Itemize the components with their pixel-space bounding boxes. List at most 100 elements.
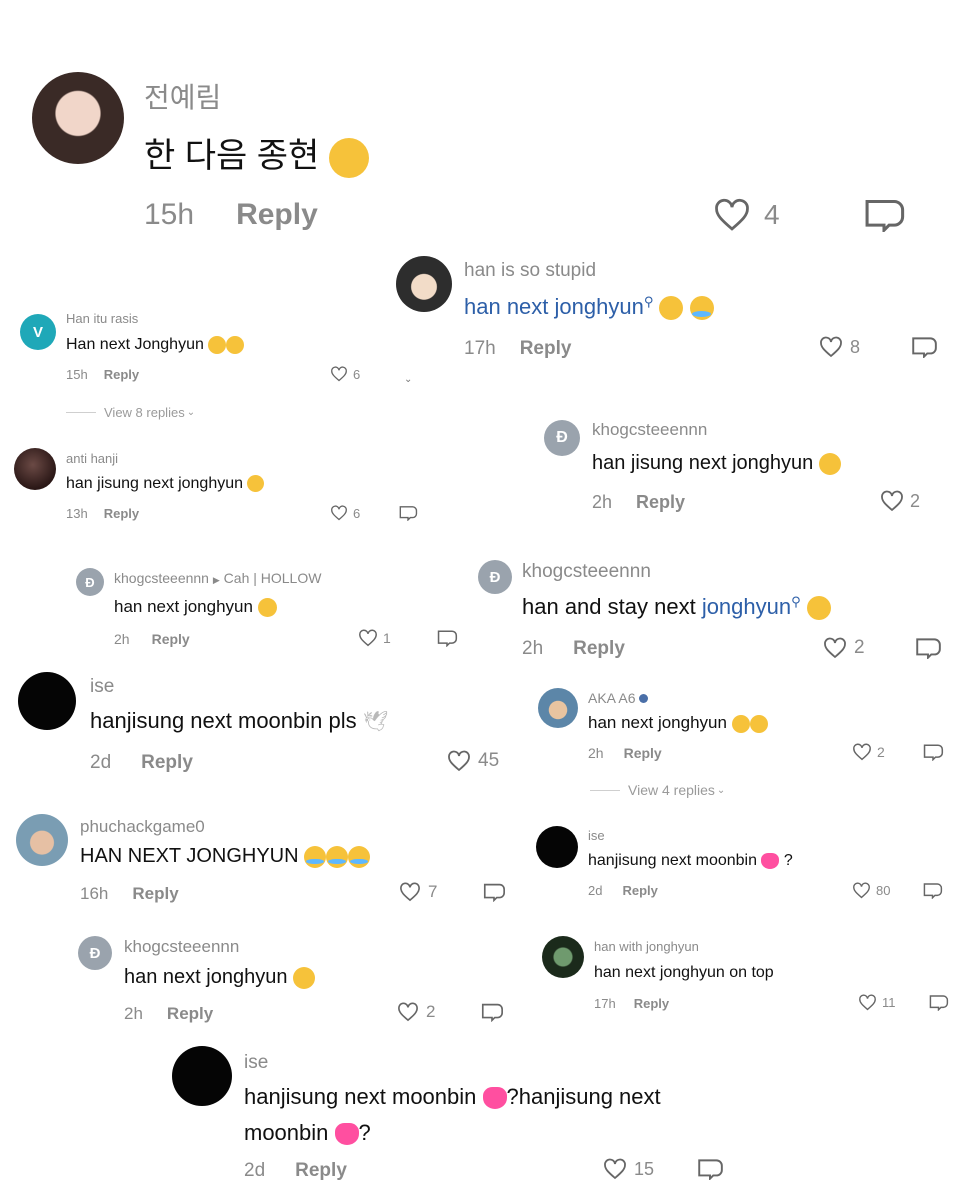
- dislike-icon[interactable]: [922, 743, 944, 761]
- comment-meta: 2d Reply: [588, 883, 658, 898]
- avatar[interactable]: Đ: [78, 936, 112, 970]
- smirk-emoji-icon: [226, 336, 245, 354]
- avatar[interactable]: [16, 814, 68, 866]
- comment-username[interactable]: ise: [244, 1052, 268, 1074]
- dislike-icon[interactable]: [922, 882, 943, 899]
- like-button[interactable]: 80: [852, 882, 890, 899]
- avatar[interactable]: [536, 826, 578, 868]
- comment-text-content: 한 다음 종현: [144, 137, 320, 175]
- comment-username[interactable]: 전예림: [144, 76, 221, 116]
- comment-username[interactable]: khogcsteeennn ▶ Cah | HOLLOW: [114, 570, 321, 586]
- view-replies-button[interactable]: View 4 replies ⌄: [590, 782, 725, 798]
- comment-meta: 2h Reply: [592, 492, 685, 513]
- avatar[interactable]: [538, 688, 578, 728]
- comment-username[interactable]: khogcsteeennn: [592, 420, 707, 440]
- reply-button[interactable]: Reply: [141, 752, 193, 774]
- heart-icon: [602, 1158, 628, 1180]
- like-button[interactable]: 2: [822, 637, 865, 659]
- reply-button[interactable]: Reply: [573, 638, 625, 660]
- username-label: AKA A6: [588, 690, 636, 706]
- reply-button[interactable]: Reply: [152, 631, 190, 647]
- view-replies-button[interactable]: View 8 replies ⌄: [66, 405, 195, 420]
- dislike-icon[interactable]: [482, 882, 506, 902]
- comment-username[interactable]: khogcsteeennn: [522, 561, 651, 583]
- comment-username[interactable]: han is so stupid: [464, 260, 596, 282]
- like-count: 7: [428, 882, 438, 901]
- like-count: 8: [850, 336, 861, 357]
- avatar[interactable]: [542, 936, 584, 978]
- heart-icon: [852, 882, 871, 899]
- like-button[interactable]: 2: [880, 490, 920, 512]
- comment-username[interactable]: ise: [588, 828, 605, 843]
- like-button[interactable]: 15: [602, 1158, 654, 1180]
- like-button[interactable]: 2: [396, 1002, 435, 1022]
- dislike-icon[interactable]: [928, 994, 949, 1011]
- dislike-icon[interactable]: [914, 637, 942, 659]
- dislike-icon[interactable]: [696, 1158, 724, 1180]
- reply-button[interactable]: Reply: [104, 367, 139, 382]
- chevron-down-icon: ⌄: [716, 784, 726, 796]
- comment-time: 2h: [114, 631, 130, 647]
- reply-button[interactable]: Reply: [104, 506, 139, 521]
- dislike-icon[interactable]: [436, 629, 458, 647]
- avatar[interactable]: [32, 72, 124, 164]
- reply-button[interactable]: Reply: [236, 198, 318, 232]
- reply-button[interactable]: Reply: [167, 1004, 213, 1024]
- avatar[interactable]: [14, 448, 56, 490]
- avatar[interactable]: V: [20, 314, 56, 350]
- avatar[interactable]: Đ: [544, 420, 580, 456]
- like-button[interactable]: 11: [858, 994, 896, 1011]
- like-button[interactable]: 7: [398, 882, 437, 902]
- like-button[interactable]: 6: [330, 366, 360, 382]
- avatar[interactable]: Đ: [76, 568, 104, 596]
- avatar[interactable]: [18, 672, 76, 730]
- smirk-emoji-icon: [208, 336, 227, 354]
- grin-emoji-icon: [806, 596, 831, 621]
- like-button[interactable]: 8: [818, 336, 860, 358]
- avatar-letter: Đ: [85, 574, 95, 590]
- comment-text: hanjisung next moonbin ?: [588, 852, 793, 870]
- like-button[interactable]: 2: [852, 743, 885, 761]
- like-button[interactable]: 45: [446, 750, 499, 772]
- comment-username[interactable]: han with jonghyun: [594, 939, 699, 954]
- avatar[interactable]: Đ: [478, 560, 512, 594]
- comment-text-link[interactable]: jonghyun: [702, 594, 791, 619]
- reply-button[interactable]: Reply: [520, 338, 572, 360]
- reply-button[interactable]: Reply: [636, 492, 685, 513]
- reply-button[interactable]: Reply: [295, 1160, 347, 1182]
- reply-button[interactable]: Reply: [624, 745, 662, 761]
- comment-username[interactable]: phuchackgame0: [80, 817, 205, 837]
- like-button[interactable]: 6: [330, 505, 360, 521]
- comment-text: 한 다음 종현: [144, 128, 369, 179]
- heart-icon: [330, 505, 348, 521]
- heart-emoji-icon: [334, 1123, 359, 1146]
- comment-username[interactable]: ise: [90, 676, 114, 698]
- comment-username[interactable]: Han itu rasis: [66, 311, 138, 326]
- comment-username[interactable]: AKA A6: [588, 690, 649, 706]
- reply-button[interactable]: Reply: [622, 883, 657, 898]
- like-button[interactable]: 1: [358, 629, 391, 647]
- smirk-emoji-icon: [749, 714, 768, 733]
- like-count: 4: [764, 199, 780, 230]
- comment-text-link[interactable]: han next jonghyun: [464, 294, 644, 319]
- reply-button[interactable]: Reply: [132, 884, 178, 904]
- dislike-icon[interactable]: [910, 336, 938, 358]
- dislike-icon[interactable]: [862, 198, 906, 232]
- comment-text-content: hanjisung next moonbin pls: [90, 708, 357, 733]
- like-button[interactable]: 4: [712, 198, 780, 232]
- avatar[interactable]: [172, 1046, 232, 1106]
- comment-text: han and stay next jonghyun⚲: [522, 594, 831, 621]
- avatar[interactable]: [396, 256, 452, 312]
- comment-meta: 2d Reply: [90, 752, 193, 774]
- comment-username[interactable]: anti hanji: [66, 451, 118, 466]
- comment-username[interactable]: khogcsteeennn: [124, 937, 239, 957]
- reply-button[interactable]: Reply: [634, 996, 669, 1011]
- comment-meta: 17h Reply: [464, 338, 571, 360]
- dislike-icon[interactable]: [398, 505, 418, 521]
- dislike-icon[interactable]: [480, 1002, 504, 1022]
- comment-time: 16h: [80, 884, 109, 903]
- comment-meta: 2h Reply: [522, 638, 625, 660]
- comment-meta: 15h Reply: [66, 367, 139, 382]
- avatar-letter: Đ: [489, 568, 501, 586]
- heart-icon: [858, 994, 877, 1011]
